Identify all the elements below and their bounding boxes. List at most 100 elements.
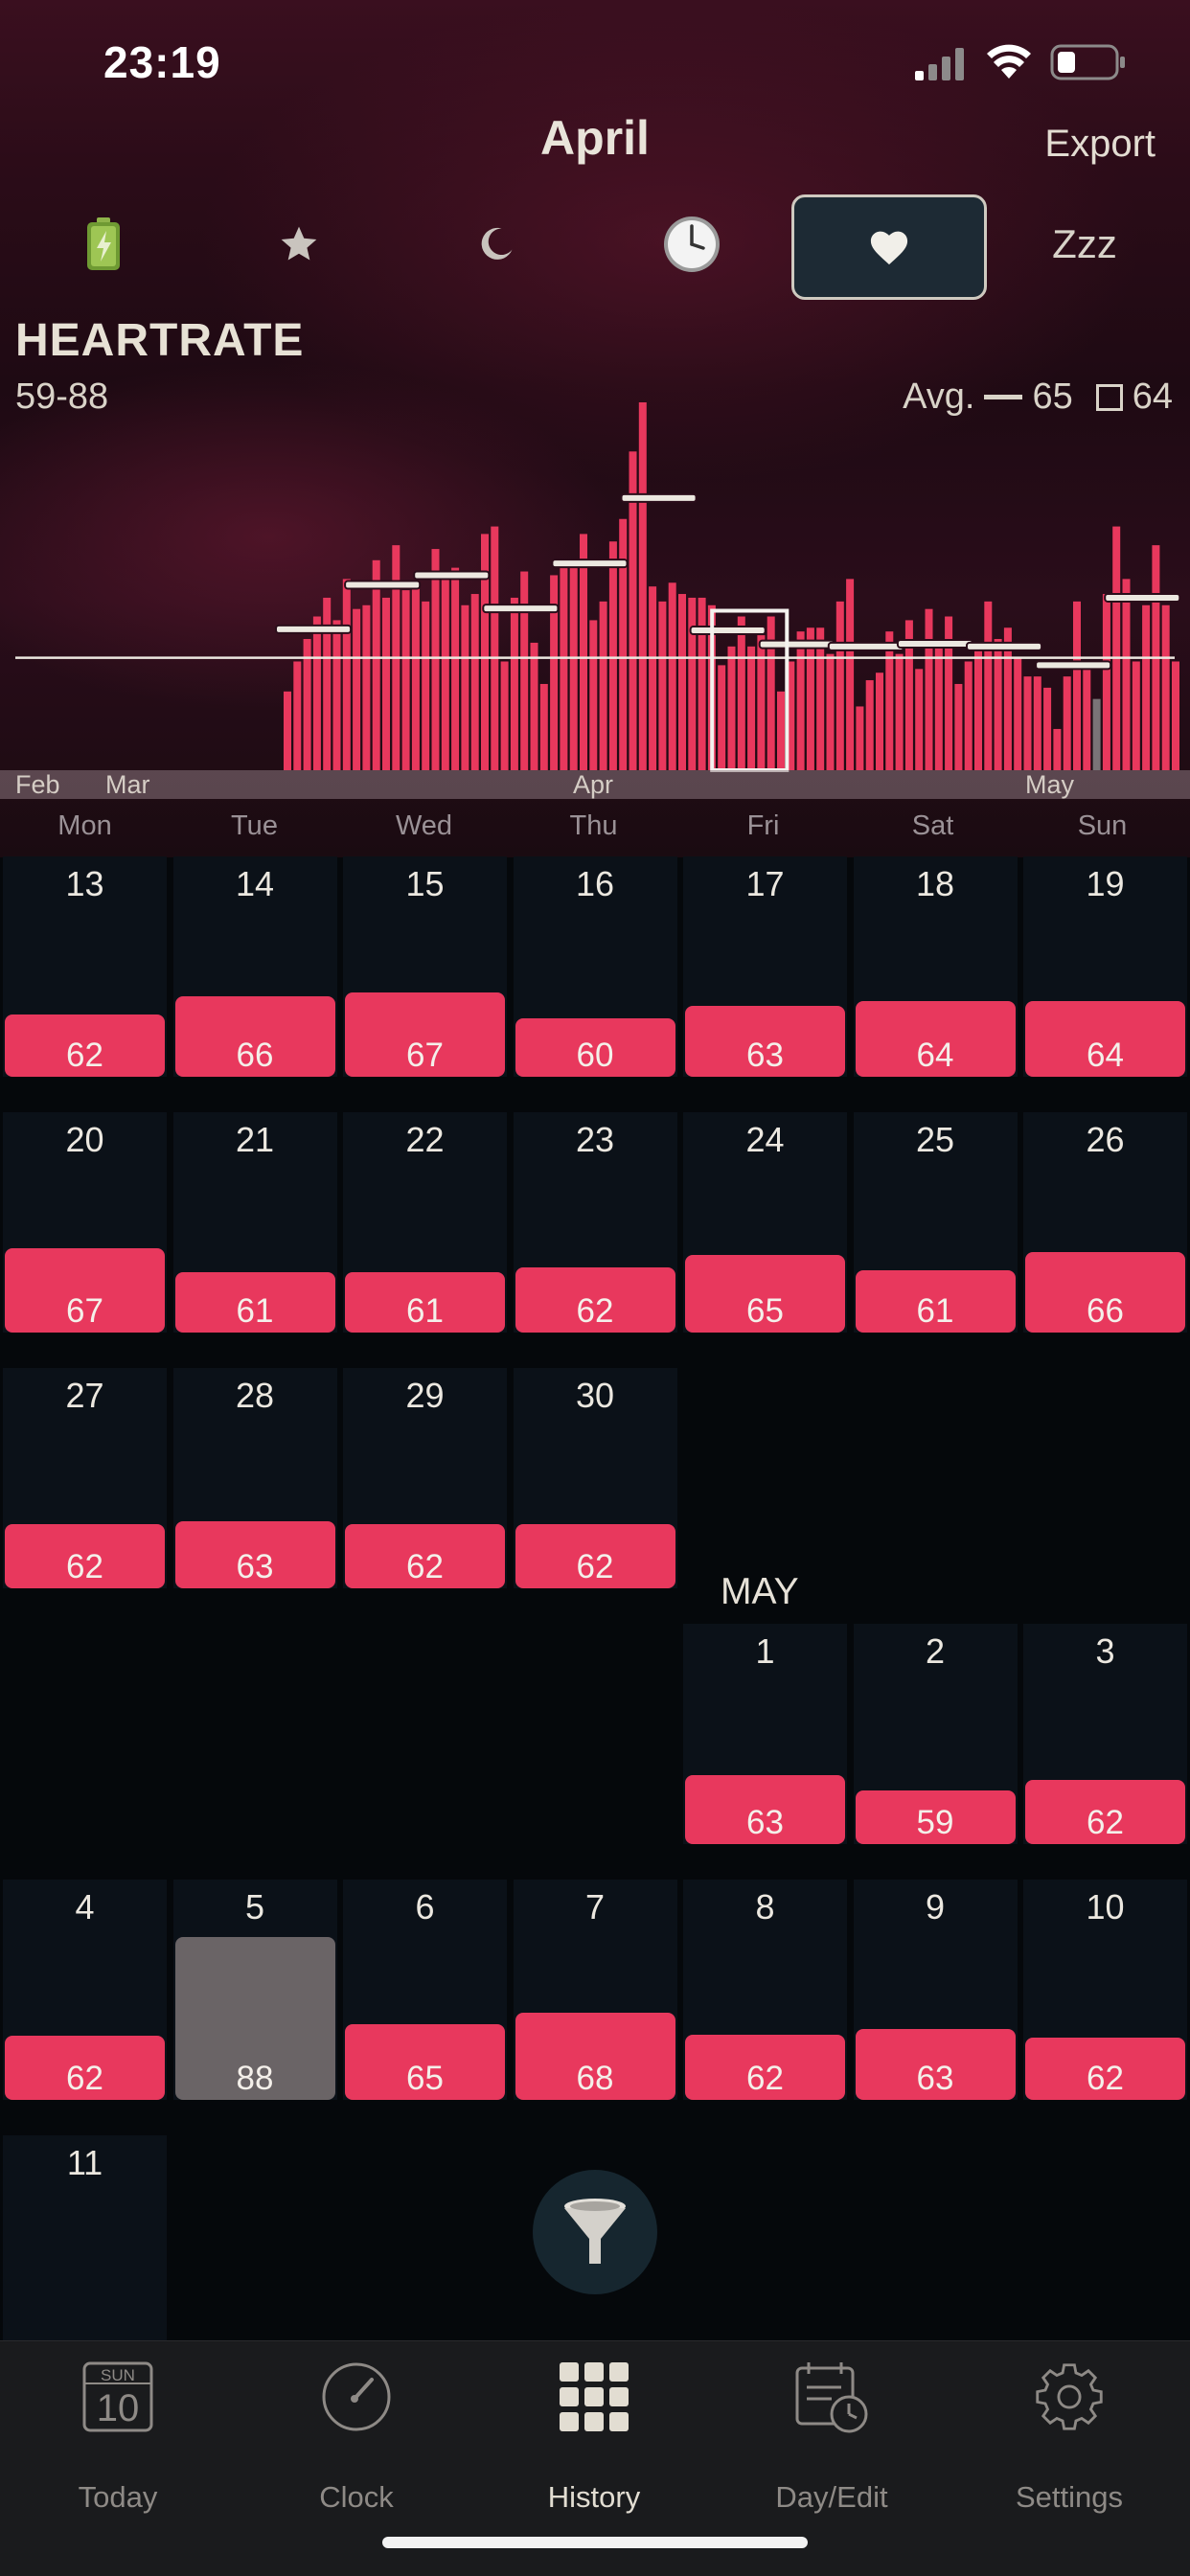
weekly-average-marker (275, 624, 353, 634)
chart-bar (777, 691, 785, 770)
weekly-average-marker (758, 639, 835, 650)
chart-bar (964, 661, 973, 770)
calendar-day-cell[interactable]: 28 63 (172, 1368, 337, 1588)
calendar-day-cell[interactable]: 23 62 (513, 1112, 677, 1333)
chart-bar (1033, 676, 1041, 770)
calendar-day-cell[interactable]: 17 63 (683, 856, 847, 1077)
day-value: 62 (746, 2060, 784, 2097)
day-value: 88 (236, 2060, 274, 2097)
calendar-day-cell[interactable]: 8 62 (683, 1880, 847, 2100)
day-value: 68 (576, 2060, 614, 2097)
calendar-day-cell[interactable]: 16 60 (513, 856, 677, 1077)
calendar-day-cell[interactable]: 18 64 (853, 856, 1018, 1077)
weekly-average-marker (827, 641, 904, 651)
metric-name: HEARTRATE (15, 315, 305, 366)
chart-bar (1053, 728, 1062, 770)
export-button[interactable]: Export (1044, 123, 1156, 166)
calendar-day-cell[interactable]: 30 62 (513, 1368, 677, 1588)
day-value-bar: 62 (5, 1524, 165, 1588)
chart-bar (698, 597, 706, 770)
day-value-bar: 64 (855, 1001, 1016, 1077)
tab-today-label: Today (78, 2480, 158, 2514)
day-number: 30 (575, 1376, 615, 1415)
chart-bar (589, 620, 598, 770)
day-value: 63 (236, 1548, 274, 1585)
day-number: 21 (235, 1120, 275, 1159)
calendar-day-cell[interactable]: 21 61 (172, 1112, 337, 1333)
chart-bar (580, 534, 587, 770)
chart-bar (530, 642, 538, 770)
chart-bar (954, 683, 963, 770)
calendar-day-cell[interactable]: 25 61 (853, 1112, 1018, 1333)
tab-settings-label: Settings (1015, 2480, 1123, 2514)
day-value-bar: 61 (855, 1270, 1016, 1333)
chart-bar (846, 579, 855, 770)
calendar-day-cell[interactable]: 19 64 (1023, 856, 1187, 1077)
chart-bar (293, 661, 302, 770)
calendar-day-cell[interactable]: 24 65 (683, 1112, 847, 1333)
category-battery[interactable] (17, 192, 190, 297)
calendar-day-cell[interactable]: 20 67 (3, 1112, 167, 1333)
day-value-bar: 88 (174, 1937, 335, 2100)
signal-icon (915, 48, 964, 80)
chart-bar (353, 608, 361, 770)
day-value-bar: 65 (345, 2024, 505, 2100)
day-number: 14 (235, 864, 275, 903)
calendar-day-cell[interactable]: 15 67 (343, 856, 507, 1077)
calendar-day-cell[interactable]: 3 62 (1023, 1624, 1187, 1844)
chart-bar (332, 620, 341, 770)
day-value-bar: 61 (345, 1272, 505, 1333)
day-value: 61 (916, 1292, 954, 1330)
weekday-mon: Mon (57, 810, 112, 841)
calendar-day-cell[interactable]: 22 61 (343, 1112, 507, 1333)
day-value: 62 (66, 1548, 103, 1585)
chart-bar (422, 601, 430, 770)
day-number: 10 (1086, 1887, 1125, 1926)
filter-button[interactable] (533, 2170, 657, 2294)
calendar-day-cell[interactable]: 14 66 (172, 856, 337, 1077)
category-moon[interactable] (410, 192, 583, 297)
weekday-tue: Tue (231, 810, 278, 841)
chart-bar (1043, 687, 1052, 770)
calendar-day-cell[interactable]: 10 62 (1023, 1880, 1187, 2100)
chart-bar (1063, 676, 1071, 770)
calendar-day-cell[interactable]: 29 62 (343, 1368, 507, 1588)
day-value: 62 (576, 1548, 614, 1585)
calendar-day-cell[interactable]: 1 63 (683, 1624, 847, 1844)
category-heart[interactable] (791, 194, 987, 300)
day-value: 62 (66, 1037, 103, 1074)
today-daynum: 10 (96, 2387, 140, 2429)
calendar-day-cell[interactable]: 26 66 (1023, 1112, 1187, 1333)
calendar-day-cell[interactable]: 2 59 (853, 1624, 1018, 1844)
category-star[interactable] (213, 192, 385, 297)
day-value-bar: 63 (174, 1521, 335, 1588)
month-label-mar: Mar (105, 770, 150, 799)
day-number: 20 (65, 1120, 104, 1159)
heartrate-bar-chart[interactable] (0, 402, 1190, 776)
calendar-day-cell[interactable]: 11 (3, 2135, 167, 2356)
category-clock[interactable] (606, 192, 778, 297)
calendar-day-cell[interactable]: 4 62 (3, 1880, 167, 2100)
chart-bar (441, 575, 449, 770)
chart-bar (500, 661, 509, 770)
day-number: 8 (755, 1887, 775, 1926)
chart-bar (638, 402, 647, 770)
day-value-bar: 60 (515, 1018, 675, 1077)
category-zzz[interactable]: Zzz (998, 192, 1171, 297)
calendar-day-cell[interactable]: 27 62 (3, 1368, 167, 1588)
calendar-day-cell[interactable]: 6 65 (343, 1880, 507, 2100)
calendar-day-cell[interactable]: 13 62 (3, 856, 167, 1077)
day-value-bar: 63 (685, 1006, 845, 1077)
tab-clock-label: Clock (319, 2480, 394, 2514)
chart-bar (747, 646, 756, 770)
calendar-day-cell[interactable]: 5 88 (172, 1880, 337, 2100)
calendar-day-cell[interactable]: 7 68 (513, 1880, 677, 2100)
day-number: 1 (755, 1631, 775, 1671)
tab-history-label: History (547, 2480, 641, 2514)
day-number: 22 (405, 1120, 445, 1159)
calendar-day-cell[interactable]: 9 63 (853, 1880, 1018, 2100)
day-number: 24 (745, 1120, 785, 1159)
day-number: 11 (66, 2143, 103, 2182)
day-value: 59 (916, 1804, 954, 1841)
chart-bar (461, 604, 469, 770)
